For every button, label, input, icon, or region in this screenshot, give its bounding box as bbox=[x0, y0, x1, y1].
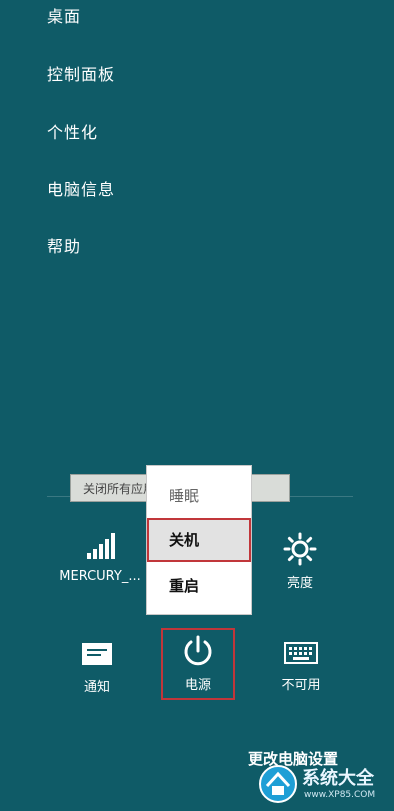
keyboard-icon bbox=[284, 642, 318, 664]
menu-item-help[interactable]: 帮助 bbox=[47, 233, 81, 257]
network-tile[interactable]: MERCURY_... bbox=[52, 533, 148, 584]
brightness-icon bbox=[283, 532, 317, 566]
shutdown-option[interactable]: 关机 bbox=[147, 518, 251, 562]
watermark-emblem-icon bbox=[259, 765, 297, 803]
notifications-tile[interactable]: 通知 bbox=[70, 642, 124, 695]
keyboard-label: 不可用 bbox=[281, 678, 321, 693]
menu-item-pc-info[interactable]: 电脑信息 bbox=[47, 176, 115, 200]
network-label: MERCURY_... bbox=[59, 569, 141, 584]
restart-option[interactable]: 重启 bbox=[147, 564, 251, 608]
watermark-brand: 系统大全 bbox=[302, 768, 374, 789]
brightness-tile[interactable]: 亮度 bbox=[270, 532, 330, 591]
power-icon bbox=[184, 635, 212, 666]
menu-item-personalization[interactable]: 个性化 bbox=[47, 119, 98, 143]
notifications-label: 通知 bbox=[83, 680, 110, 695]
watermark-logo: 系统大全 www.XP85.COM bbox=[258, 758, 388, 808]
watermark-url: www.XP85.COM bbox=[304, 790, 376, 800]
keyboard-tile[interactable]: 不可用 bbox=[274, 642, 328, 693]
notifications-icon bbox=[82, 643, 112, 665]
power-tile[interactable]: 电源 bbox=[163, 634, 233, 693]
power-options-menu: 睡眠 关机 重启 bbox=[146, 465, 252, 615]
brightness-label: 亮度 bbox=[286, 576, 313, 591]
menu-item-desktop[interactable]: 桌面 bbox=[47, 3, 81, 27]
menu-item-control-panel[interactable]: 控制面板 bbox=[47, 61, 115, 85]
power-label: 电源 bbox=[184, 678, 211, 693]
wifi-signal-icon bbox=[87, 533, 115, 559]
sleep-option[interactable]: 睡眠 bbox=[147, 474, 251, 518]
